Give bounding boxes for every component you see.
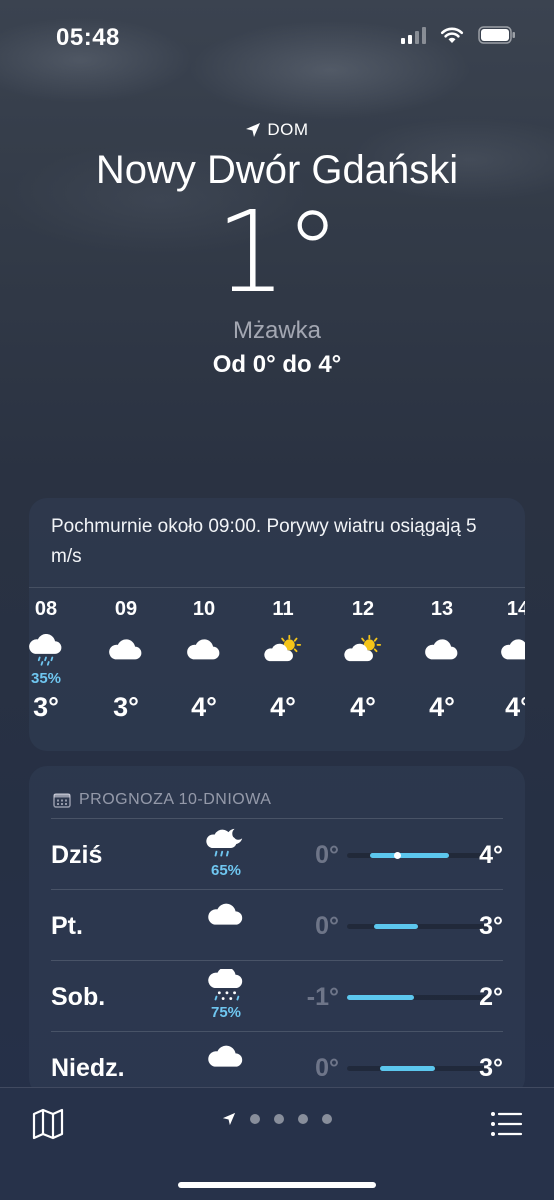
bottom-toolbar <box>0 1087 554 1200</box>
calendar-icon <box>53 793 71 808</box>
page-dot[interactable] <box>298 1114 308 1124</box>
precip-chance <box>96 672 156 690</box>
low-temperature: 0° <box>315 912 339 940</box>
daily-forecast-title: PROGNOZA 10-DNIOWA <box>29 766 525 816</box>
hour-temperature: 4° <box>350 692 376 722</box>
status-time: 05:48 <box>56 24 120 51</box>
status-icons <box>401 26 516 44</box>
high-temperature: 3° <box>479 1054 503 1082</box>
location-header: DOM Nowy Dwór Gdański 1° Mżawka Od 0° do… <box>0 120 554 379</box>
daily-row[interactable]: Sob. 75% -1° 2° <box>51 960 503 1032</box>
partly-sunny-icon <box>253 628 313 672</box>
precip-chance: 35% <box>30 670 62 687</box>
hourly-item: 12 4° <box>333 596 393 723</box>
page-dot[interactable] <box>322 1114 332 1124</box>
current-condition: Mżawka <box>232 317 322 344</box>
page-indicator[interactable] <box>0 1112 554 1126</box>
temperature-range-bar <box>347 1066 489 1071</box>
temperature-range: Od 0° do 4° <box>212 351 342 378</box>
hour-label: 08 <box>34 598 58 620</box>
partly-sunny-icon <box>333 628 393 672</box>
precip-chance <box>253 672 313 690</box>
precip-chance: 75% <box>210 1004 242 1022</box>
cloud-icon <box>174 628 234 672</box>
day-name: Sob. <box>51 983 106 1011</box>
location-label: DOM <box>0 120 554 140</box>
city-name: Nowy Dwór Gdański <box>95 148 459 192</box>
hourly-item: 10 4° <box>174 596 234 723</box>
day-name: Dziś <box>51 841 103 869</box>
temperature-range-bar <box>347 924 489 929</box>
precip-chance <box>333 672 393 690</box>
hourly-item: 09 3° <box>96 596 156 723</box>
low-temperature: -1° <box>306 983 339 1011</box>
list-icon[interactable] <box>488 1106 524 1142</box>
cellular-signal-icon <box>401 26 426 44</box>
hour-label: 10 <box>192 598 216 620</box>
hour-label: 14 <box>506 598 525 620</box>
cloud-icon <box>412 628 472 672</box>
hour-temperature: 4° <box>270 692 296 722</box>
range-fill <box>369 853 450 858</box>
status-bar: 05:48 <box>0 0 554 70</box>
hour-temperature: 4° <box>505 692 525 722</box>
home-indicator[interactable] <box>178 1182 376 1188</box>
hour-label: 12 <box>351 598 375 620</box>
current-temperature: 1° <box>215 188 340 318</box>
daily-forecast-card[interactable]: PROGNOZA 10-DNIOWA Dziś 65% 0° 4° Pt. 0° 3° Sob… <box>29 766 525 1096</box>
range-fill <box>373 924 418 929</box>
daily-row[interactable]: Pt. 0° 3° <box>51 889 503 961</box>
page-dot[interactable] <box>274 1114 284 1124</box>
hourly-item: 13 4° <box>412 596 472 723</box>
hour-temperature: 3° <box>33 692 59 722</box>
day-name: Pt. <box>51 912 83 940</box>
precip-chance <box>412 672 472 690</box>
hourly-item: 14 4° <box>488 596 525 723</box>
page-dot[interactable] <box>250 1114 260 1124</box>
location-page-icon[interactable] <box>222 1112 236 1126</box>
wifi-icon <box>440 27 464 43</box>
hourly-list[interactable]: 08 35% 3° 09 3° 10 4° 11 4° 12 4° 13 4° 14 4° <box>29 588 525 748</box>
hourly-item: 08 35% 3° <box>29 596 76 723</box>
hourly-forecast-card[interactable]: Pochmurnie około 09:00. Porywy wiatru os… <box>29 498 525 751</box>
cloud-moon-rain-icon: 65% <box>201 827 251 879</box>
high-temperature: 3° <box>479 912 503 940</box>
low-temperature: 0° <box>315 841 339 869</box>
battery-icon <box>478 26 515 44</box>
hour-label: 13 <box>430 598 454 620</box>
cloud-drizzle-icon <box>29 628 76 672</box>
hour-label: 11 <box>272 598 294 620</box>
precip-chance <box>174 672 234 690</box>
precip-chance: 65% <box>210 862 242 880</box>
high-temperature: 2° <box>479 983 503 1011</box>
daily-title-text: PROGNOZA 10-DNIOWA <box>79 791 272 808</box>
location-tag: DOM <box>267 120 309 139</box>
cloud-icon <box>201 1040 251 1075</box>
high-temperature: 4° <box>479 841 503 869</box>
location-arrow-icon <box>246 123 261 137</box>
cloud-icon <box>201 898 251 933</box>
cloud-icon <box>488 628 525 672</box>
precip-chance <box>488 672 525 690</box>
temperature-range-bar <box>347 995 489 1000</box>
hour-temperature: 3° <box>113 692 139 722</box>
cloud-sleet-icon: 75% <box>201 967 251 1022</box>
day-name: Niedz. <box>51 1054 125 1082</box>
low-temperature: 0° <box>315 1054 339 1082</box>
temperature-range-bar <box>347 852 489 859</box>
range-fill <box>379 1066 436 1071</box>
daily-row[interactable]: Dziś 65% 0° 4° <box>51 818 503 890</box>
hourly-summary: Pochmurnie około 09:00. Porywy wiatru os… <box>29 498 525 588</box>
cloud-icon <box>96 628 156 672</box>
hour-temperature: 4° <box>429 692 455 722</box>
hourly-item: 11 4° <box>253 596 313 723</box>
current-temp-dot <box>393 852 401 859</box>
range-fill <box>347 995 414 1000</box>
hour-temperature: 4° <box>191 692 217 722</box>
hour-label: 09 <box>114 598 138 620</box>
